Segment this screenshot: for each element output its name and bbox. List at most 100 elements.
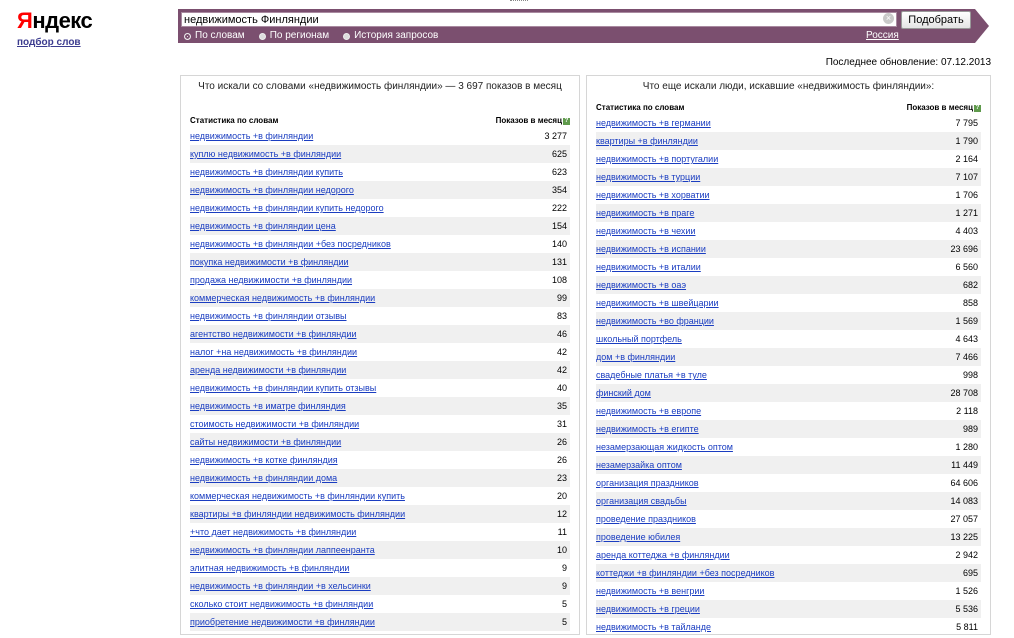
query-link[interactable]: проведение праздников <box>596 510 696 528</box>
query-link[interactable]: недвижимость +в финляндии +в хельсинки <box>190 577 371 595</box>
query-link[interactable]: незамерзающая жидкость оптом <box>596 438 733 456</box>
table-row: недвижимость +в финляндии отзывы 83 <box>190 307 570 325</box>
query-link[interactable]: недвижимость +в финляндии +без посредник… <box>190 235 391 253</box>
query-link[interactable]: недвижимость +в греции <box>596 600 700 618</box>
query-link[interactable]: коттеджи +в финляндии +без посредников <box>596 564 774 582</box>
impressions-count: 31 <box>556 419 567 429</box>
impressions-count: 1 569 <box>955 316 978 326</box>
mode-history[interactable]: История запросов <box>343 30 438 42</box>
query-link[interactable]: организация праздников <box>596 474 699 492</box>
query-link[interactable]: недвижимость +в праге <box>596 204 694 222</box>
query-link[interactable]: аренда недвижимости +в финляндии <box>190 361 346 379</box>
clear-icon[interactable]: × <box>883 13 894 24</box>
table-row: проведение праздников 27 057 <box>596 510 981 528</box>
query-link[interactable]: недвижимость +в венгрии <box>596 582 704 600</box>
table-row: недвижимость +в финляндии купить недорог… <box>190 199 570 217</box>
mode-by-words[interactable]: По словам <box>184 30 245 42</box>
radio-icon[interactable] <box>184 32 191 40</box>
query-link[interactable]: недвижимость +в египте <box>596 420 699 438</box>
table-row: недвижимость +в финляндии 3 277 <box>190 127 570 145</box>
search-input[interactable]: недвижимость Финляндии <box>181 12 897 27</box>
query-link[interactable]: финский дом <box>596 384 651 402</box>
query-link[interactable]: недвижимость +в финляндии <box>190 127 313 145</box>
wordstat-link[interactable]: подбор слов <box>17 37 81 48</box>
query-link[interactable]: недвижимость +в германии <box>596 114 711 132</box>
table-row: продажа недвижимости +в финляндии 108 <box>190 271 570 289</box>
query-link[interactable]: стоимость недвижимости +в финляндии <box>190 415 359 433</box>
table-row: недвижимость +в финляндии +в хельсинки 9 <box>190 577 570 595</box>
query-link[interactable]: недвижимость +в финляндии цена <box>190 217 336 235</box>
impressions-count: 3 277 <box>544 131 567 141</box>
impressions-count: 623 <box>551 167 567 177</box>
table-row: недвижимость +в финляндии купить 623 <box>190 163 570 181</box>
query-link[interactable]: недвижимость +в италии <box>596 258 701 276</box>
query-link[interactable]: недвижимость +в оаэ <box>596 276 686 294</box>
query-link[interactable]: недвижимость +в турции <box>596 168 700 186</box>
query-link[interactable]: недвижимость +в финляндии дома <box>190 469 337 487</box>
table-row: коттеджи +в финляндии +без посредников 69… <box>596 564 981 582</box>
query-link[interactable]: покупка недвижимости +в финляндии <box>190 253 349 271</box>
query-link[interactable]: элитная недвижимость +в финляндии <box>190 559 349 577</box>
query-link[interactable]: недвижимость +в финляндии купить недорог… <box>190 199 384 217</box>
radio-icon[interactable] <box>258 32 266 40</box>
search-button[interactable]: Подобрать <box>901 11 971 29</box>
table-row: недвижимость +в финляндии недорого 354 <box>190 181 570 199</box>
query-link[interactable]: недвижимость +в котке финляндия <box>190 451 338 469</box>
query-link[interactable]: аренда коттеджа +в финляндии <box>596 546 730 564</box>
impressions-count: 46 <box>556 329 567 339</box>
table-row: недвижимость +в чехии 4 403 <box>596 222 981 240</box>
table-row: недвижимость +в португалии 2 164 <box>596 150 981 168</box>
query-link[interactable]: квартиры +в финляндии <box>596 132 698 150</box>
impressions-count: 1 526 <box>955 586 978 596</box>
query-link[interactable]: недвижимость +в финляндии лаппеенранта <box>190 541 375 559</box>
table-row: стоимость недвижимости +в финляндии 31 <box>190 415 570 433</box>
query-link[interactable]: дом +в финляндии <box>596 348 675 366</box>
query-link[interactable]: налог +на недвижимость +в финляндии <box>190 343 357 361</box>
query-link[interactable]: продажа недвижимости +в финляндии <box>190 271 352 289</box>
query-link[interactable]: приобретение недвижимости +в финляндии <box>190 613 375 631</box>
query-link[interactable]: +что дает недвижимость +в финляндии <box>190 523 356 541</box>
query-link[interactable]: коммерческая недвижимость +в финляндии <box>190 289 375 307</box>
query-link[interactable]: организация свадьбы <box>596 492 687 510</box>
query-link[interactable]: школьный портфель <box>596 330 682 348</box>
query-link[interactable]: недвижимость +в португалии <box>596 150 718 168</box>
query-link[interactable]: куплю недвижимость +в финляндии <box>190 145 341 163</box>
query-link[interactable]: сколько стоит недвижимость +в финляндии <box>190 595 373 613</box>
table-row: аренда коттеджа +в финляндии 2 942 <box>596 546 981 564</box>
impressions-count: 1 706 <box>955 190 978 200</box>
query-link[interactable]: незамерзайка оптом <box>596 456 682 474</box>
query-link[interactable]: недвижимость +во франции <box>596 312 714 330</box>
table-row: квартиры +в финляндии недвижимость финля… <box>190 505 570 523</box>
impressions-count: 23 <box>556 473 567 483</box>
query-link[interactable]: недвижимость +в финляндии отзывы <box>190 307 347 325</box>
table-row: коммерческая недвижимость +в финляндии 99 <box>190 289 570 307</box>
query-link[interactable]: проведение юбилея <box>596 528 680 546</box>
impressions-count: 7 107 <box>955 172 978 182</box>
query-link[interactable]: квартиры +в финляндии недвижимость финля… <box>190 505 405 523</box>
table-row: незамерзающая жидкость оптом 1 280 <box>596 438 981 456</box>
mode-by-regions[interactable]: По регионам <box>258 30 329 42</box>
column-header-stat: Статистика по словам <box>596 103 685 112</box>
query-link[interactable]: недвижимость +в испании <box>596 240 706 258</box>
radio-icon[interactable] <box>343 32 351 40</box>
query-link[interactable]: недвижимость +в чехии <box>596 222 695 240</box>
query-link[interactable]: недвижимость +в европе <box>596 402 701 420</box>
help-icon[interactable]: ? <box>974 105 981 112</box>
query-link[interactable]: недвижимость +в швейцарии <box>596 294 719 312</box>
query-link[interactable]: недвижимость +в финляндии недорого <box>190 181 354 199</box>
query-link[interactable]: сайты недвижимости +в финляндии <box>190 433 341 451</box>
help-icon[interactable]: ? <box>563 118 570 125</box>
impressions-count: 7 466 <box>955 352 978 362</box>
query-link[interactable]: недвижимость +в финляндии купить отзывы <box>190 379 376 397</box>
table-row: недвижимость +в турции 7 107 <box>596 168 981 186</box>
query-link[interactable]: коммерческая недвижимость +в финляндии к… <box>190 487 405 505</box>
query-link[interactable]: недвижимость +в тайланде <box>596 618 711 634</box>
query-link[interactable]: агентство недвижимости +в финляндии <box>190 325 356 343</box>
query-link[interactable]: недвижимость +в финляндии купить <box>190 163 343 181</box>
region-link[interactable]: Россия <box>866 30 899 42</box>
yandex-logo[interactable]: Яндекс <box>17 8 93 34</box>
query-link[interactable]: свадебные платья +в туле <box>596 366 707 384</box>
impressions-count: 64 606 <box>950 478 978 488</box>
query-link[interactable]: недвижимость +в хорватии <box>596 186 710 204</box>
query-link[interactable]: недвижимость +в иматре финляндия <box>190 397 346 415</box>
